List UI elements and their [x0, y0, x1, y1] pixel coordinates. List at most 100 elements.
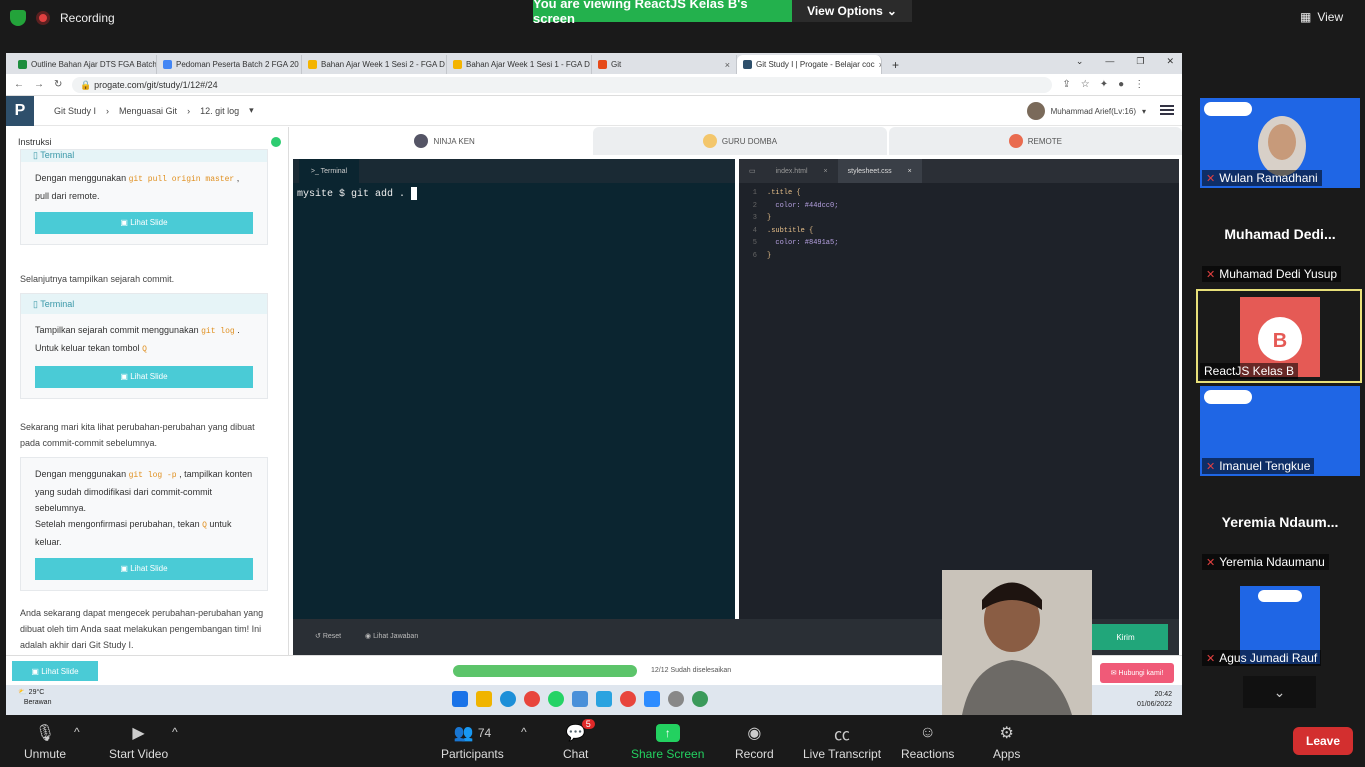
browser-tab[interactable]: Pedoman Peserta Batch 2 FGA 20× [157, 55, 302, 74]
shield-icon[interactable] [10, 10, 26, 26]
browser-tab[interactable]: Bahan Ajar Week 1 Sesi 2 - FGA D× [302, 55, 447, 74]
chat-button[interactable]: 💬 5 Chat [563, 719, 595, 761]
progress-bar [453, 665, 637, 677]
participant-tile[interactable]: ✕ Wulan Ramadhani [1200, 98, 1360, 188]
chrome-alt-icon[interactable] [620, 691, 636, 707]
globe-icon[interactable] [692, 691, 708, 707]
close-icon[interactable]: × [908, 168, 912, 175]
close-icon[interactable]: × [824, 168, 828, 175]
zoom-icon[interactable] [644, 691, 660, 707]
lihat-slide-button[interactable]: ▣ Lihat Slide [35, 558, 253, 580]
user-menu[interactable]: Muhammad Arief(Lv:16) ▾ [1026, 102, 1146, 120]
participants-button[interactable]: 👥 74 Participants [441, 723, 504, 761]
view-label: View [1317, 10, 1344, 24]
video-options-caret-icon[interactable]: ^ [172, 725, 178, 739]
minimize-icon[interactable]: — [1105, 56, 1114, 67]
terminal-panel[interactable]: >_ Terminal mysite $ git add . [293, 159, 735, 619]
leave-button[interactable]: Leave [1293, 727, 1353, 755]
system-clock[interactable]: 20:42 01/06/2022 [1137, 690, 1172, 710]
eye-icon: ◉ [365, 633, 374, 640]
apps-button[interactable]: ⚙ Apps [993, 723, 1020, 761]
weather-widget[interactable]: ⛅ 29°C Berawan [18, 688, 51, 708]
breadcrumb-item-course[interactable]: Git Study I [54, 106, 96, 116]
reset-button[interactable]: ↺ Reset [315, 632, 341, 640]
view-button[interactable]: ▦ View [1300, 10, 1343, 24]
view-options-label: View Options [807, 4, 883, 18]
url-field[interactable]: 🔒 progate.com/git/study/1/12#/24 [72, 76, 1053, 93]
participant-tile[interactable]: Yeremia Ndaum... ✕ Yeremia Ndaumanu [1200, 482, 1360, 572]
chevron-down-icon[interactable]: ▾ [249, 105, 254, 116]
contact-us-button[interactable]: ✉ Hubungi kami! [1100, 663, 1174, 683]
windows-start-icon[interactable] [452, 691, 468, 707]
view-options-button[interactable]: View Options ⌄ [792, 0, 912, 22]
telegram-icon[interactable] [596, 691, 612, 707]
breadcrumb-item-chapter[interactable]: Menguasai Git [119, 106, 177, 116]
bookmark-star-icon[interactable]: ☆ [1081, 79, 1090, 90]
lihat-slide-button[interactable]: ▣ Lihat Slide [35, 212, 253, 234]
tab-ninja-ken[interactable]: NINJA KEN [298, 127, 592, 155]
tab-label: GURU DOMBA [721, 136, 778, 146]
browser-tab[interactable]: Bahan Ajar Week 1 Sesi 1 - FGA D× [447, 55, 592, 74]
tab-guru-domba[interactable]: GURU DOMBA [593, 127, 887, 155]
new-tab-button[interactable]: + [882, 55, 909, 74]
start-video-button[interactable]: ▶ Start Video [109, 723, 168, 761]
back-icon[interactable]: ← [14, 79, 24, 90]
participant-name-text: Imanuel Tengkue [1219, 459, 1311, 473]
whatsapp-icon[interactable] [548, 691, 564, 707]
favicon-icon [453, 60, 462, 69]
unmute-button[interactable]: 🎙 Unmute [24, 723, 66, 761]
participant-name-text: Yeremia Ndaumanu [1219, 555, 1325, 569]
file-explorer-icon[interactable] [476, 691, 492, 707]
editor-tab-index[interactable]: index.html × [766, 159, 838, 183]
lihat-slide-label: Lihat Slide [41, 666, 79, 676]
participant-tile[interactable]: Muhamad Dedi... ✕ Muhamad Dedi Yusup [1200, 194, 1360, 284]
close-icon[interactable]: ✕ [1166, 56, 1174, 67]
participant-tile[interactable]: ✕ Agus Jumadi Rauf [1200, 578, 1360, 668]
kebab-menu-icon[interactable]: ⋮ [1134, 79, 1144, 90]
share-screen-button[interactable]: ↑ Share Screen [631, 723, 704, 761]
lihat-slide-footer-button[interactable]: ▣ Lihat Slide [12, 661, 98, 681]
card-text: Setelah mengonfirmasi perubahan, tekan [35, 519, 203, 529]
live-transcript-button[interactable]: ㏄ Live Transcript [803, 723, 881, 761]
tab-search-icon[interactable]: ⌄ [1076, 56, 1084, 67]
settings-icon[interactable] [668, 691, 684, 707]
share-icon[interactable]: ⇪ [1062, 79, 1070, 90]
browser-tab[interactable]: Git Study I | Progate - Belajar coc× [737, 55, 882, 74]
folder-icon[interactable]: ▭ [739, 159, 766, 183]
git-icon [1008, 134, 1023, 148]
mic-off-icon: ✕ [1206, 268, 1216, 281]
hamburger-menu-icon[interactable] [1160, 105, 1174, 115]
kirim-button[interactable]: Kirim [1083, 624, 1168, 650]
line-number: 2 [752, 201, 757, 210]
profile-avatar[interactable]: ● [1118, 79, 1124, 90]
browser-tab[interactable]: Outline Bahan Ajar DTS FGA Batch× [12, 55, 157, 74]
restore-icon[interactable]: ❐ [1136, 56, 1144, 67]
record-button[interactable]: ◉ Record [735, 723, 774, 761]
chrome-icon[interactable] [524, 691, 540, 707]
instruction-paragraph: Sekarang mari kita lihat perubahan-perub… [20, 422, 255, 448]
reactions-button[interactable]: ☺ Reactions [901, 723, 954, 761]
gallery-scroll-down-button[interactable]: ⌄ [1243, 676, 1316, 708]
browser-tab[interactable]: Git × [592, 55, 737, 74]
forward-icon[interactable]: → [34, 79, 44, 90]
chrome-profile-icon[interactable] [572, 691, 588, 707]
audio-options-caret-icon[interactable]: ^ [74, 725, 80, 739]
lihat-jawaban-button[interactable]: ◉ Lihat Jawaban [365, 632, 418, 640]
editor-tab-bar: ▭ index.html × stylesheet.css × [739, 159, 1179, 183]
edge-icon[interactable] [500, 691, 516, 707]
active-speaker-tile[interactable]: B ReactJS Kelas B [1196, 289, 1362, 383]
participants-caret-icon[interactable]: ^ [521, 725, 527, 739]
card-title-text: Terminal [40, 150, 75, 160]
terminal-tab[interactable]: >_ Terminal [299, 159, 359, 183]
participant-tile[interactable]: ✕ Imanuel Tengkue [1200, 386, 1360, 476]
reload-icon[interactable]: ↻ [54, 79, 62, 90]
code-editor[interactable]: ▭ index.html × stylesheet.css × 1 .title {2… [739, 159, 1179, 619]
editor-tab-stylesheet[interactable]: stylesheet.css × [837, 159, 922, 183]
tab-remote[interactable]: REMOTE [888, 127, 1182, 155]
extensions-icon[interactable]: ✦ [1100, 79, 1108, 90]
close-tab-icon[interactable]: × [725, 60, 730, 70]
lihat-slide-button[interactable]: ▣ Lihat Slide [35, 366, 253, 388]
breadcrumb-item-lesson[interactable]: 12. git log [200, 106, 239, 116]
progate-logo[interactable]: P [6, 95, 34, 126]
slide-icon: ▣ [120, 564, 131, 573]
